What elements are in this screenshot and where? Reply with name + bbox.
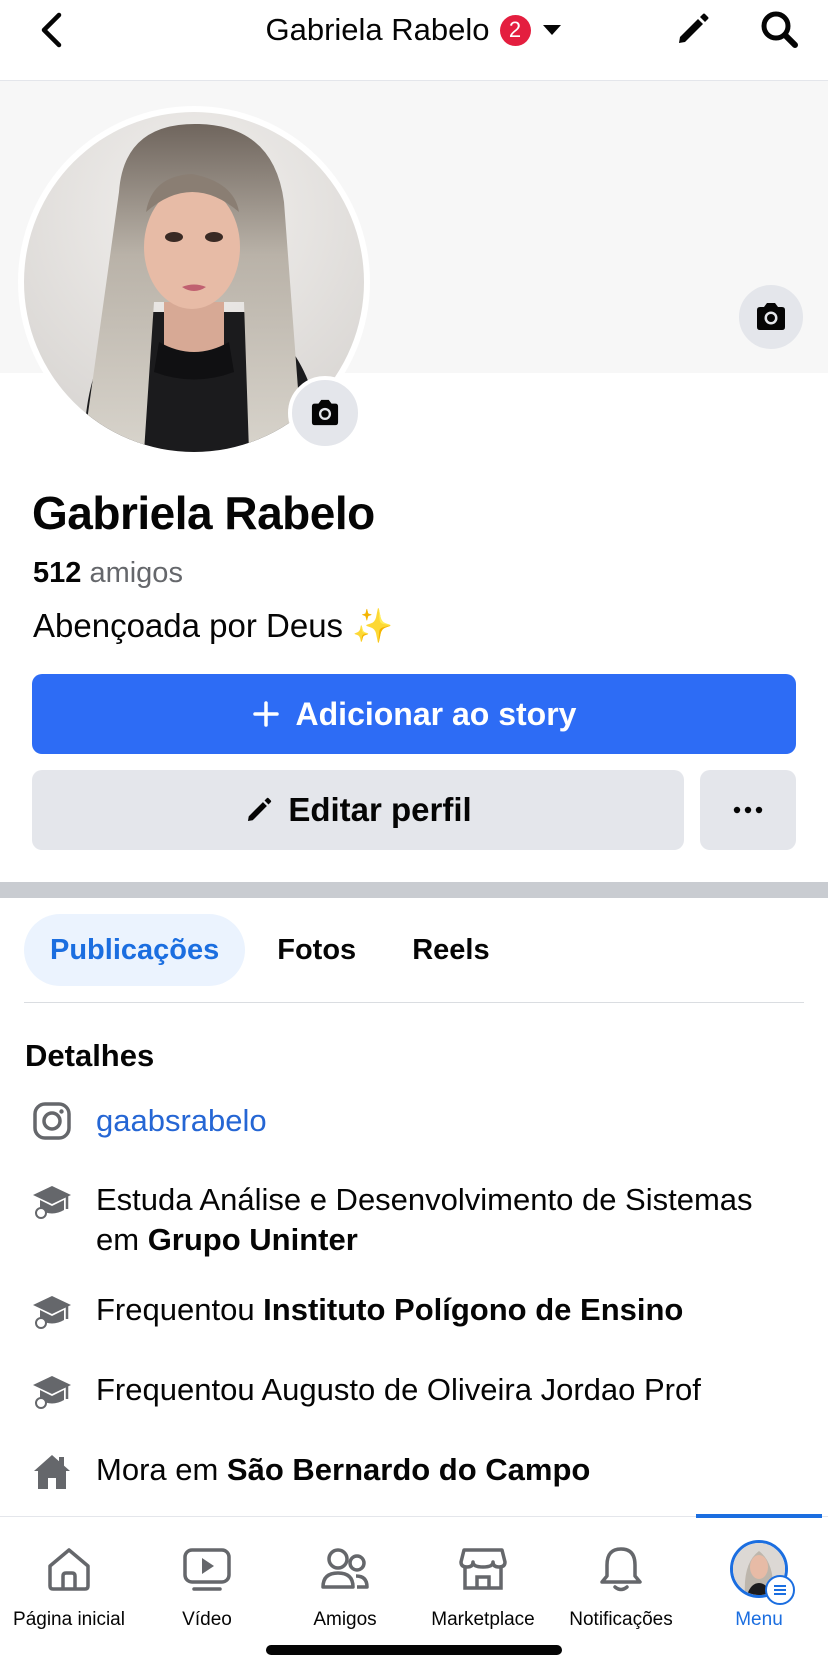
education-past-1-text: Frequentou Instituto Polígono de Ensino: [96, 1290, 798, 1330]
home-icon: [30, 1450, 74, 1494]
education-current-text: Estuda Análise e Desenvolvimento de Sist…: [96, 1180, 798, 1260]
section-separator: [0, 882, 828, 898]
home-indicator: [266, 1645, 562, 1655]
bell-icon: [591, 1539, 651, 1599]
nav-home[interactable]: Página inicial: [0, 1539, 138, 1639]
more-dots-icon: [733, 806, 763, 814]
pencil-icon: [248, 797, 272, 822]
header-title: Gabriela Rabelo: [265, 12, 490, 47]
friends-count[interactable]: 512 amigos: [33, 557, 183, 590]
edit-profile-button[interactable]: Editar perfil: [32, 770, 684, 850]
friends-number: 512: [33, 557, 82, 589]
lives-in-text: Mora em São Bernardo do Campo: [96, 1450, 798, 1490]
video-icon: [177, 1539, 237, 1599]
graduation-cap-icon: [30, 1370, 74, 1414]
top-bar: Gabriela Rabelo 2: [0, 0, 828, 81]
education-past-1-prefix: Frequentou: [96, 1292, 264, 1327]
search-button[interactable]: [756, 6, 802, 52]
plus-icon: [252, 701, 279, 727]
edit-header-button[interactable]: [670, 6, 716, 52]
add-to-story-button[interactable]: Adicionar ao story: [32, 674, 796, 754]
nav-marketplace[interactable]: Marketplace: [414, 1539, 552, 1639]
nav-menu-label: Menu: [735, 1609, 783, 1630]
nav-notifications[interactable]: Notificações: [552, 1539, 690, 1639]
details-title: Detalhes: [25, 1038, 155, 1073]
education-past-1-school[interactable]: Instituto Polígono de Ensino: [263, 1292, 683, 1327]
caret-down-icon: [542, 25, 561, 35]
tab-publicacoes[interactable]: Publicações: [24, 914, 246, 986]
active-tab-indicator: [696, 1514, 822, 1518]
tab-fotos[interactable]: Fotos: [253, 914, 380, 986]
nav-friends[interactable]: Amigos: [276, 1539, 414, 1639]
menu-avatar: [729, 1539, 795, 1605]
education-past-2-text: Frequentou Augusto de Oliveira Jordao Pr…: [96, 1372, 701, 1407]
camera-icon: [757, 303, 785, 330]
friends-label: amigos: [89, 557, 183, 589]
nav-notifications-label: Notificações: [569, 1609, 673, 1630]
nav-video-label: Vídeo: [182, 1609, 232, 1630]
nav-menu[interactable]: Menu: [690, 1539, 828, 1639]
home-icon: [39, 1539, 99, 1599]
nav-video[interactable]: Vídeo: [138, 1539, 276, 1639]
profile-name: Gabriela Rabelo: [32, 487, 375, 539]
avatar: [730, 1540, 795, 1605]
edit-profile-label: Editar perfil: [288, 791, 472, 828]
nav-marketplace-label: Marketplace: [431, 1609, 535, 1630]
notification-badge: 2: [499, 14, 531, 46]
nav-home-label: Página inicial: [13, 1609, 125, 1630]
cover-camera-button[interactable]: [736, 282, 806, 352]
lives-in-city[interactable]: São Bernardo do Campo: [227, 1452, 590, 1487]
tab-divider: [24, 1002, 804, 1003]
instagram-handle[interactable]: gaabsrabelo: [96, 1101, 798, 1141]
nav-friends-label: Amigos: [313, 1609, 377, 1630]
tab-reels[interactable]: Reels: [388, 914, 513, 986]
more-options-button[interactable]: [700, 770, 796, 850]
pencil-icon: [679, 13, 709, 43]
profile-tabs: Publicações Fotos Reels: [24, 914, 514, 986]
instagram-icon: [30, 1099, 74, 1143]
graduation-cap-icon: [30, 1290, 74, 1334]
menu-lines-icon: [765, 1575, 795, 1605]
marketplace-icon: [453, 1539, 513, 1599]
add-to-story-label: Adicionar ao story: [295, 695, 577, 732]
lives-in-prefix: Mora em: [96, 1452, 227, 1487]
camera-icon: [311, 399, 339, 426]
search-icon: [761, 11, 798, 48]
avatar-camera-button[interactable]: [288, 376, 362, 450]
graduation-cap-icon: [30, 1180, 74, 1224]
education-current-school[interactable]: Grupo Uninter: [148, 1222, 358, 1257]
friends-icon: [315, 1539, 375, 1599]
profile-bio: Abençoada por Deus ✨: [33, 607, 394, 644]
